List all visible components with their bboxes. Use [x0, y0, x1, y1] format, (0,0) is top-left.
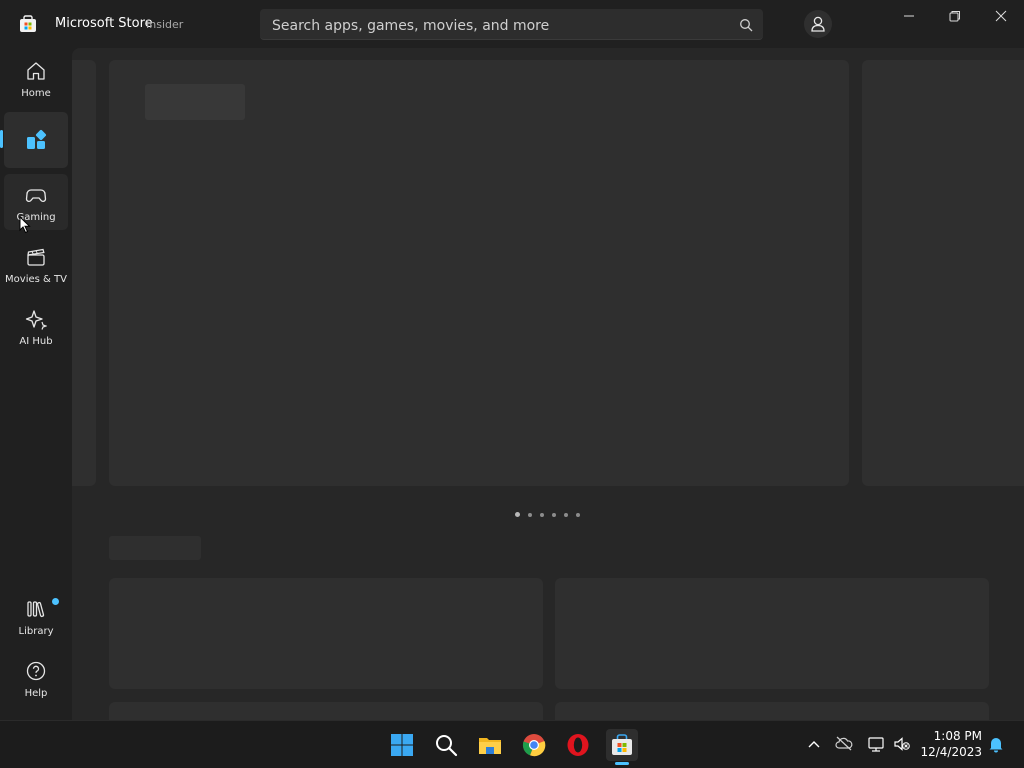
active-app-indicator: [615, 762, 629, 765]
search-box[interactable]: [260, 9, 763, 42]
taskbar-file-explorer[interactable]: [474, 729, 506, 761]
store-icon: [612, 734, 632, 755]
minimize-icon: [904, 15, 914, 17]
close-button[interactable]: [978, 0, 1024, 32]
taskbar-clock[interactable]: 1:08 PM 12/4/2023: [918, 728, 982, 760]
person-icon: [811, 16, 825, 32]
search-icon: [436, 735, 458, 757]
sidebar-item-label: Help: [24, 688, 48, 699]
clock-date: 12/4/2023: [920, 745, 982, 759]
sidebar-item-label: Movies & TV: [5, 274, 67, 285]
pager-dot[interactable]: [528, 512, 532, 517]
network-icon[interactable]: [867, 735, 887, 755]
store-app-icon: [19, 15, 37, 33]
pager-dot[interactable]: [576, 512, 580, 517]
search-icon[interactable]: [739, 17, 753, 32]
close-icon: [995, 10, 1007, 22]
sidebar-item-home[interactable]: Home: [4, 50, 68, 106]
sparkle-icon: [25, 308, 48, 330]
nav-sidebar: Home Gaming Movies & TV AI Hub Library H…: [0, 48, 72, 720]
tile-placeholder[interactable]: [555, 702, 989, 720]
folder-icon: [479, 738, 501, 754]
restore-icon: [949, 11, 960, 22]
volume-muted-icon[interactable]: [893, 735, 913, 755]
chrome-icon: [522, 734, 546, 757]
carousel-prev-card[interactable]: [72, 60, 96, 486]
minimize-button[interactable]: [886, 0, 932, 32]
carousel-next-card[interactable]: [862, 60, 1024, 486]
tile-placeholder[interactable]: [109, 578, 543, 689]
mouse-cursor-icon: [19, 215, 31, 238]
chevron-up-icon[interactable]: [804, 735, 824, 755]
taskbar-chrome[interactable]: [518, 729, 550, 761]
pager-dot[interactable]: [515, 512, 520, 517]
sidebar-item-gaming[interactable]: Gaming: [4, 174, 68, 230]
taskbar-opera[interactable]: [562, 729, 594, 761]
taskbar: 1:08 PM 12/4/2023: [0, 720, 1024, 768]
pager-dot[interactable]: [540, 512, 544, 517]
profile-button[interactable]: [804, 10, 832, 38]
taskbar-search-button[interactable]: [430, 729, 462, 761]
bell-icon[interactable]: [987, 735, 1007, 755]
opera-icon: [567, 734, 589, 756]
clock-time: 1:08 PM: [933, 729, 982, 743]
taskbar-microsoft-store[interactable]: [606, 729, 638, 765]
clapperboard-icon: [25, 246, 47, 268]
taskbar-start-button[interactable]: [386, 729, 418, 761]
sidebar-item-label: Home: [21, 88, 51, 99]
title-bar: Microsoft Store Insider: [0, 0, 1024, 48]
tile-placeholder[interactable]: [109, 702, 543, 720]
sidebar-item-movies-tv[interactable]: Movies & TV: [4, 236, 68, 292]
help-icon: [25, 660, 47, 682]
restore-button[interactable]: [932, 0, 978, 32]
main-content: [72, 48, 1024, 720]
hero-carousel-card[interactable]: [109, 60, 849, 486]
apps-icon: [25, 129, 47, 151]
library-icon: [25, 598, 47, 620]
sidebar-item-ai-hub[interactable]: AI Hub: [4, 298, 68, 354]
gamepad-icon: [25, 184, 47, 206]
pager-dot[interactable]: [564, 512, 568, 517]
hero-title-placeholder: [145, 84, 245, 120]
sidebar-item-label: Library: [18, 626, 54, 637]
home-icon: [25, 60, 47, 82]
search-input[interactable]: [270, 9, 724, 42]
sidebar-item-label: AI Hub: [19, 336, 53, 347]
pager-dot[interactable]: [552, 512, 556, 517]
selection-indicator: [0, 130, 3, 148]
sidebar-item-apps[interactable]: [0, 112, 68, 168]
tile-placeholder[interactable]: [555, 578, 989, 689]
windows-start-icon: [391, 734, 413, 756]
sidebar-item-library[interactable]: Library: [4, 588, 68, 644]
sidebar-item-help[interactable]: Help: [4, 650, 68, 706]
section-title-placeholder: [109, 536, 201, 560]
app-title: Microsoft Store: [55, 16, 153, 31]
insider-badge: Insider: [146, 18, 184, 31]
sidebar-item-label: Gaming: [16, 212, 56, 223]
library-notification-dot: [52, 598, 59, 605]
onedrive-icon[interactable]: [835, 735, 855, 755]
carousel-pager: [515, 504, 588, 517]
